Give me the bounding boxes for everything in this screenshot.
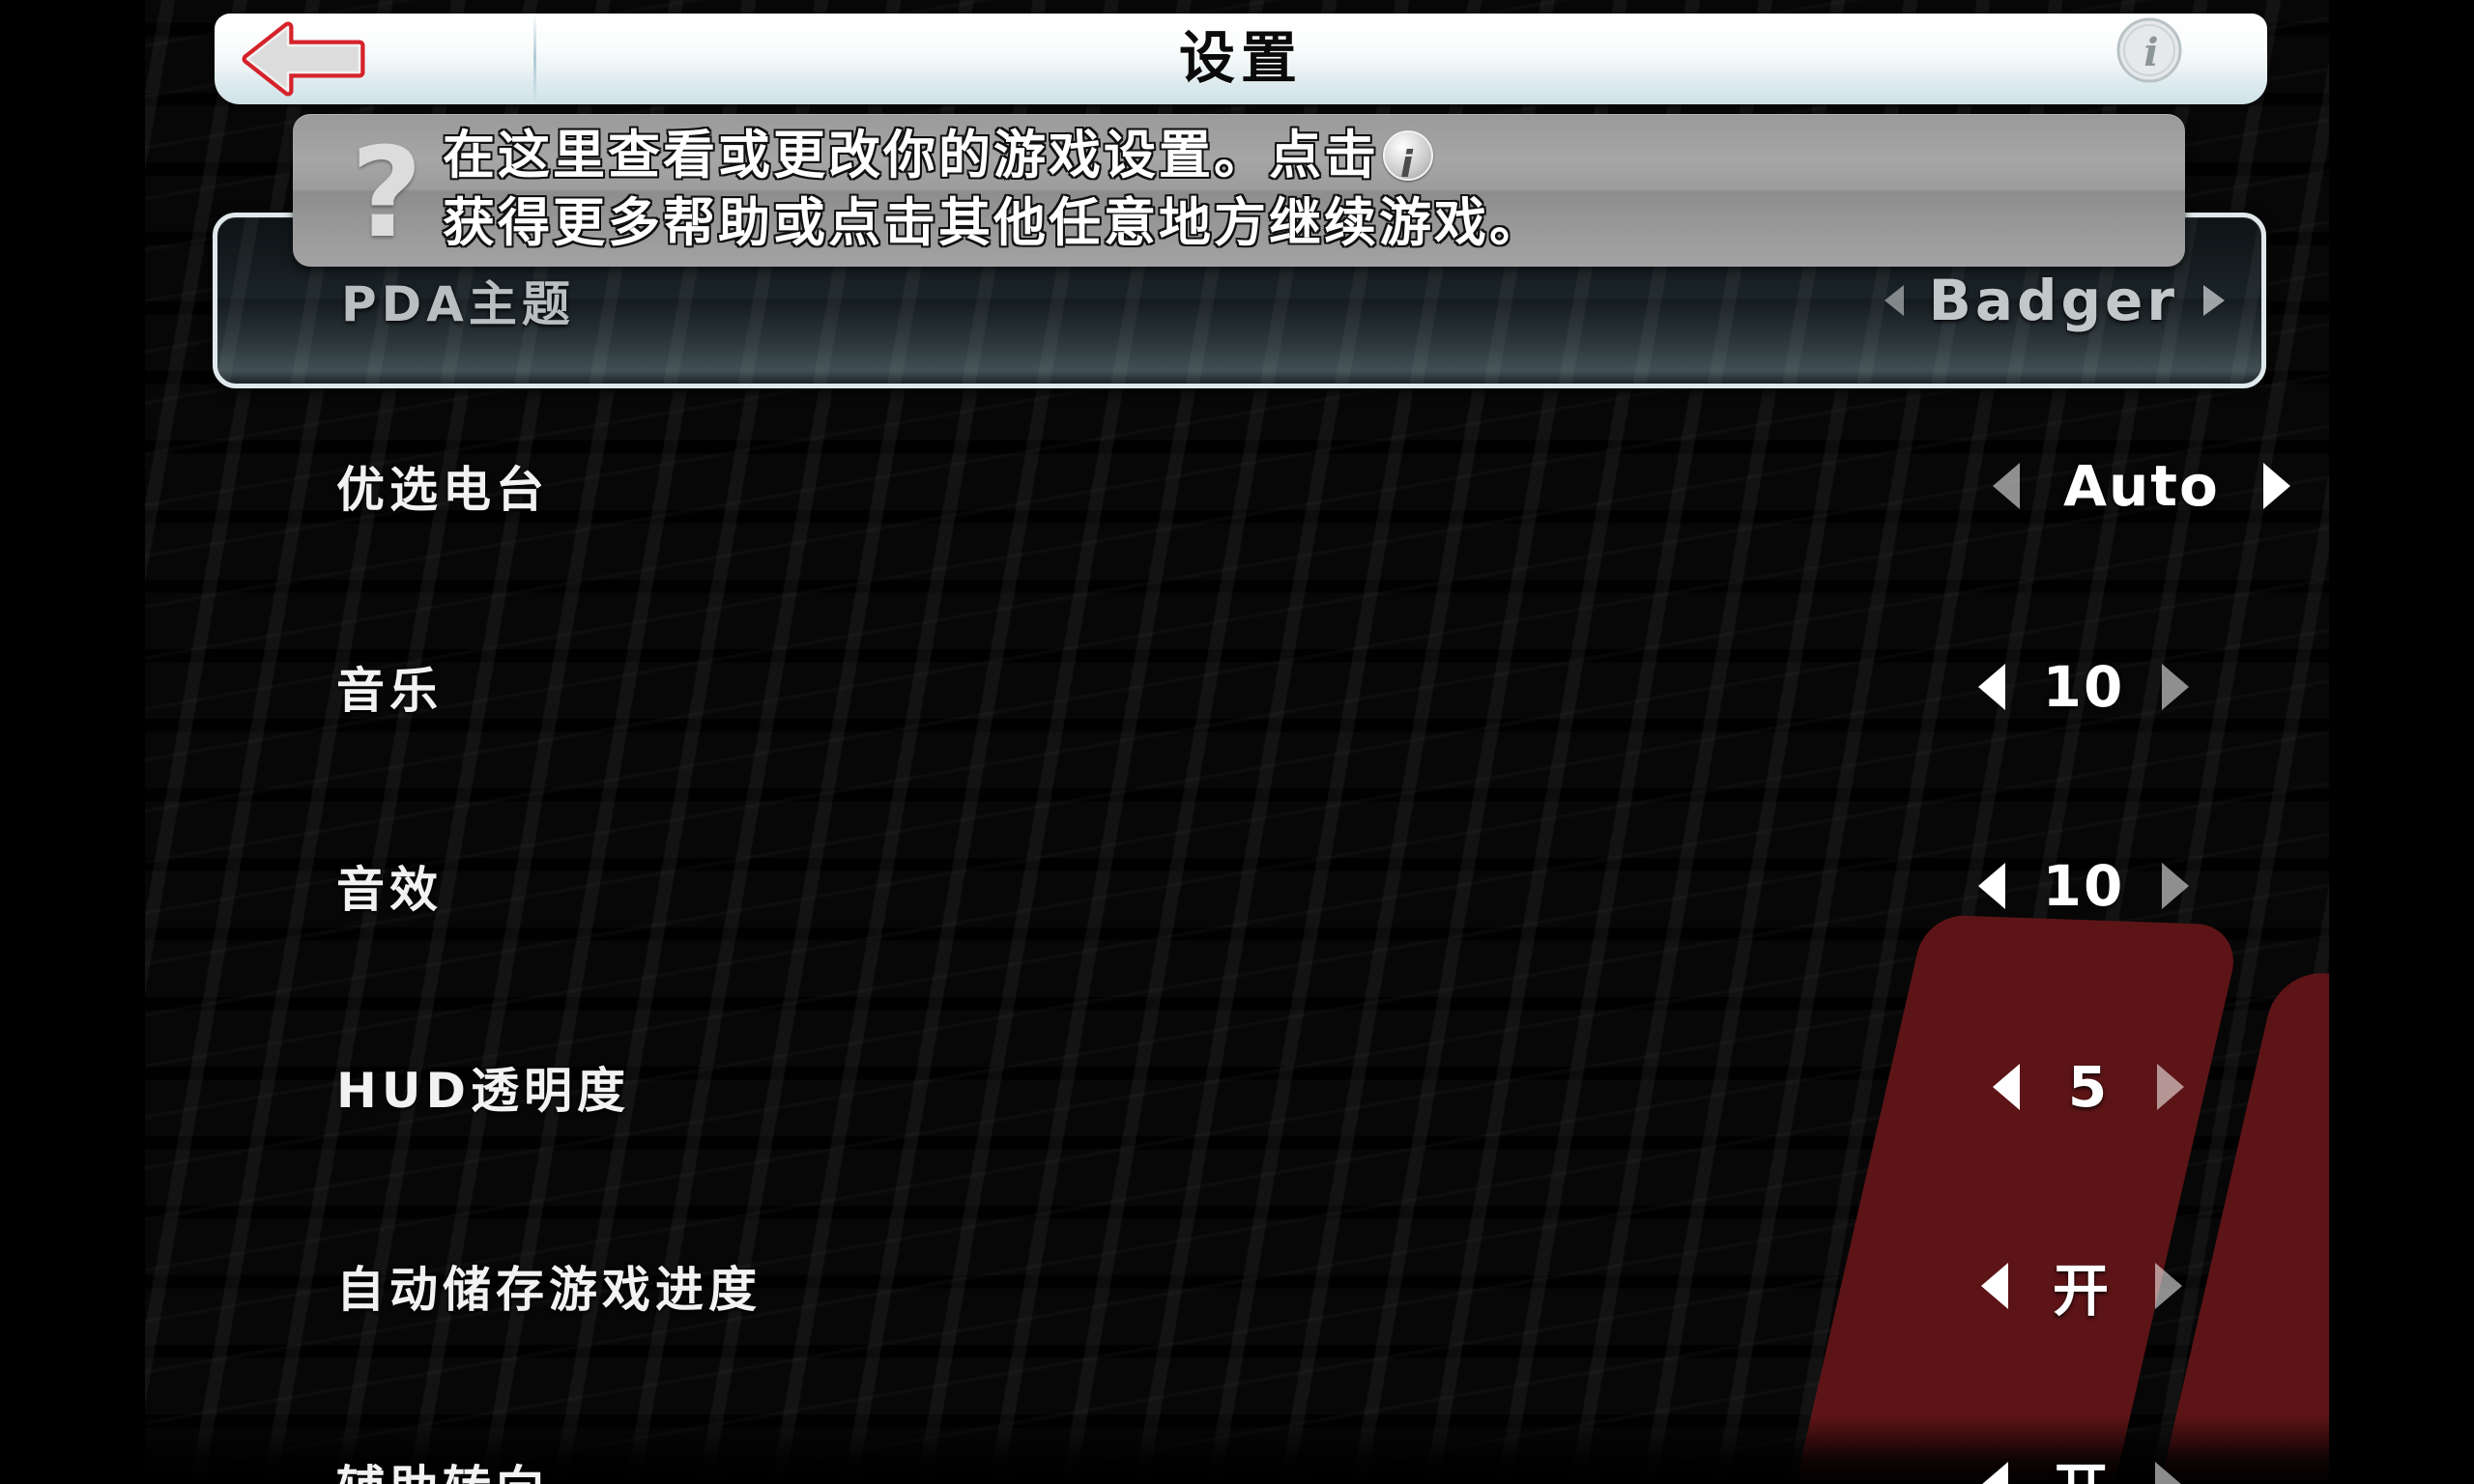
stepper-left-arrow-icon[interactable] (1884, 285, 1904, 316)
info-circle-icon: i (2116, 17, 2182, 83)
setting-stepper-steering-assist: 开 (1981, 1444, 2182, 1484)
setting-row-autosave[interactable]: 自动储存游戏进度 开 (135, 1186, 2329, 1385)
right-letterbox-bar (2329, 0, 2474, 1484)
setting-stepper-hud-opacity: 5 (1993, 1054, 2184, 1120)
setting-row-music-volume[interactable]: 音乐 10 (135, 587, 2329, 786)
help-tooltip[interactable]: ? 在这里查看或更改你的游戏设置。点击 获得更多帮助或点击其他任意地方继续游戏。 (293, 114, 2185, 267)
setting-stepper-autosave: 开 (1981, 1245, 2182, 1327)
stepper-left-arrow-icon[interactable] (1978, 664, 2005, 710)
setting-value-steering-assist: 开 (2033, 1444, 2130, 1484)
setting-row-sfx-volume[interactable]: 音效 10 (135, 786, 2329, 985)
help-tooltip-line-1: 在这里查看或更改你的游戏设置。点击 (443, 122, 2172, 198)
info-button[interactable]: i (2114, 15, 2184, 85)
setting-row-hud-opacity[interactable]: HUD透明度 5 (135, 987, 2329, 1186)
question-mark-icon: ? (350, 122, 423, 266)
setting-label-sfx-volume: 音效 (336, 862, 443, 918)
help-tooltip-text: 在这里查看或更改你的游戏设置。点击 获得更多帮助或点击其他任意地方继续游戏。 (443, 122, 2172, 257)
setting-row-steering-assist[interactable]: 辅助转向 开 (135, 1385, 2329, 1484)
stepper-right-arrow-icon[interactable] (2203, 285, 2225, 316)
setting-value-autosave: 开 (2052, 1258, 2111, 1324)
help-line1-text: 在这里查看或更改你的游戏设置。点击 (443, 125, 1379, 186)
left-letterbox-bar (0, 0, 145, 1484)
setting-label-preferred-radio: 优选电台 (336, 462, 549, 518)
setting-value-music-volume: 10 (2042, 654, 2125, 720)
setting-stepper-preferred-radio: Auto (1993, 453, 2290, 519)
setting-value-preferred-radio: Auto (2063, 453, 2220, 519)
back-button[interactable] (242, 21, 367, 97)
inline-info-circle-icon (1383, 130, 1433, 198)
stepper-left-arrow-icon[interactable] (1981, 1263, 2008, 1309)
setting-row-preferred-radio[interactable]: 优选电台 Auto (135, 386, 2329, 585)
settings-list: PDA主题 Badger 优选电台 Auto 音乐 10 音效 10 HUD透明… (135, 203, 2329, 1484)
setting-stepper-sfx-volume: 10 (1978, 853, 2189, 919)
stepper-left-arrow-icon[interactable] (1993, 1064, 2020, 1110)
setting-value-hud-opacity: 5 (2067, 1054, 2110, 1120)
setting-label-music-volume: 音乐 (336, 663, 443, 719)
title-bar: 设置 (215, 14, 2267, 104)
svg-text:i: i (2143, 30, 2158, 75)
back-arrow-icon (242, 21, 365, 97)
setting-stepper-music-volume: 10 (1978, 654, 2189, 720)
game-settings-screen: PDA主题 Badger 优选电台 Auto 音乐 10 音效 10 HUD透明… (0, 0, 2474, 1484)
stepper-right-arrow-icon[interactable] (2155, 1263, 2182, 1309)
stepper-left-arrow-icon[interactable] (1978, 863, 2005, 909)
setting-value-sfx-volume: 10 (2042, 853, 2125, 919)
stepper-left-arrow-icon[interactable] (1993, 463, 2020, 509)
stepper-right-arrow-icon[interactable] (2155, 1462, 2182, 1484)
setting-label-autosave: 自动储存游戏进度 (336, 1262, 762, 1318)
help-tooltip-line-2: 获得更多帮助或点击其他任意地方继续游戏。 (443, 192, 1544, 253)
stepper-right-arrow-icon[interactable] (2157, 1064, 2184, 1110)
page-title: 设置 (1178, 25, 1303, 91)
setting-label-steering-assist: 辅助转向 (336, 1450, 549, 1484)
stepper-right-arrow-icon[interactable] (2162, 863, 2189, 909)
setting-stepper-pda-theme: Badger (1884, 268, 2225, 333)
setting-value-pda-theme: Badger (1928, 268, 2178, 333)
stepper-right-arrow-icon[interactable] (2263, 463, 2290, 509)
setting-label-hud-opacity: HUD透明度 (336, 1063, 630, 1119)
stepper-right-arrow-icon[interactable] (2162, 664, 2189, 710)
stepper-left-arrow-icon[interactable] (1981, 1462, 2008, 1484)
setting-label-pda-theme: PDA主题 (341, 276, 575, 332)
